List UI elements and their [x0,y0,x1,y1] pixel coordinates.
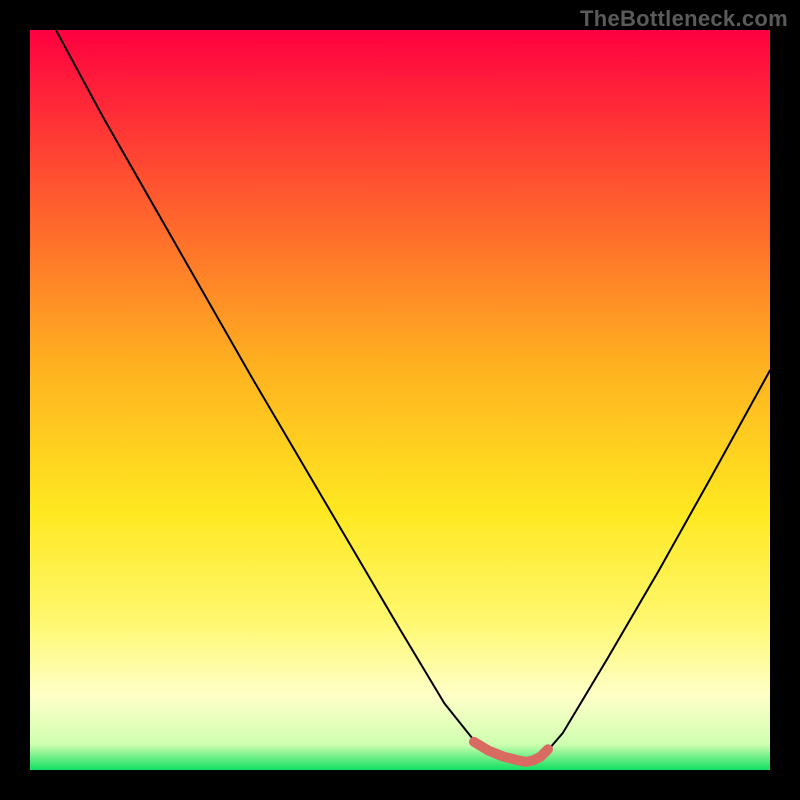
plot-background [30,30,770,770]
chart-container: { "watermark": "TheBottleneck.com", "cha… [0,0,800,800]
bottleneck-chart [0,0,800,800]
